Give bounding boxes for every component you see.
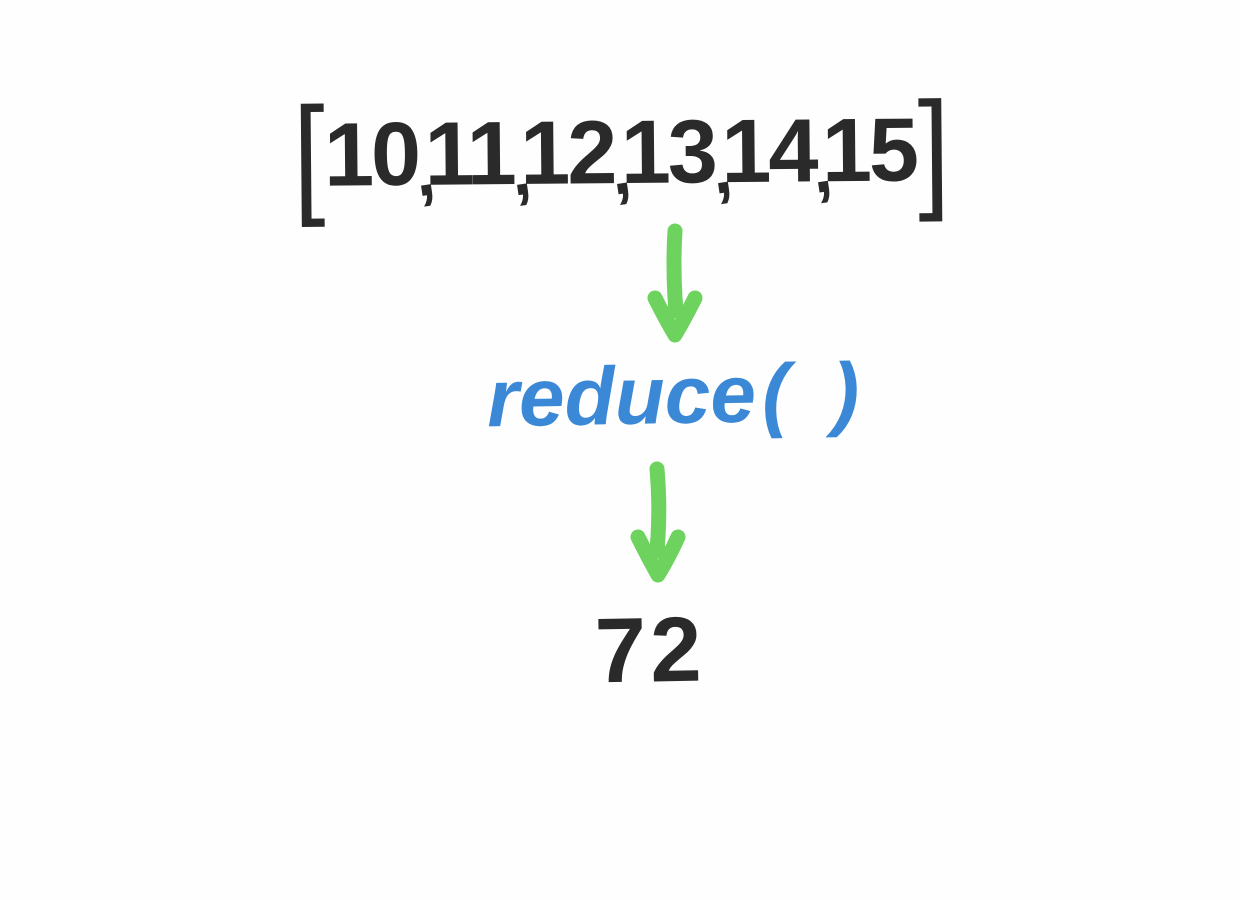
output-value: 72: [594, 598, 706, 705]
close-bracket: ]: [915, 84, 949, 217]
arrow-down-icon: [640, 223, 710, 353]
array-item: 13: [620, 107, 715, 198]
arrow-function-to-output: [625, 459, 695, 594]
reduce-function-label: reduce( ): [486, 346, 870, 447]
function-name: reduce: [486, 349, 756, 445]
reduce-diagram: [10,11,12,13,14,15] reduce( ) 72: [0, 0, 1240, 900]
array-item: 12: [520, 108, 615, 199]
function-parens: ( ): [755, 347, 870, 440]
open-bracket: [: [290, 89, 324, 222]
input-array: [10,11,12,13,14,15]: [291, 92, 950, 213]
arrow-down-icon: [625, 459, 695, 594]
array-item: 10: [324, 109, 419, 200]
arrow-input-to-function: [640, 223, 710, 353]
array-item: 14: [721, 106, 816, 197]
array-item: 11: [424, 108, 514, 199]
array-item: 15: [821, 105, 916, 196]
